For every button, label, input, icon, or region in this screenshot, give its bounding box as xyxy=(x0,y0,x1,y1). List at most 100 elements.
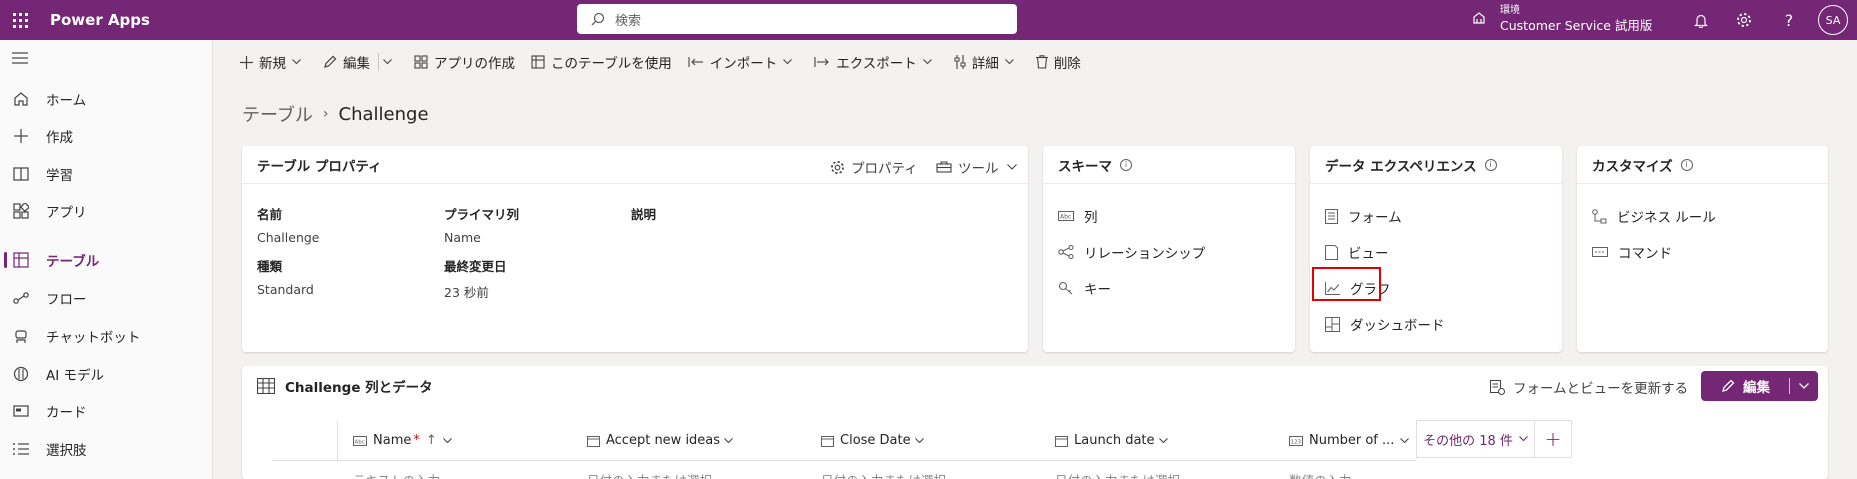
column-header-number[interactable]: 123 Number of ... xyxy=(1274,421,1416,461)
nav-item-choices[interactable]: 選択肢 xyxy=(0,434,213,464)
nav-item-flows[interactable]: フロー xyxy=(0,283,213,313)
nav-item-home[interactable]: ホーム xyxy=(0,84,213,114)
edit-table-dropdown[interactable] xyxy=(1790,383,1818,389)
new-label: 新規 xyxy=(259,56,286,72)
nav-item-learn[interactable]: 学習 xyxy=(0,159,213,189)
number-column-icon: 123 xyxy=(1289,435,1303,446)
notifications-bell-icon[interactable] xyxy=(1691,10,1711,30)
command-bar: 新規 編集 アプリの作成 このテーブルを使用 インポート エクスポート 詳細 削… xyxy=(214,40,1857,84)
import-button[interactable]: インポート xyxy=(688,52,799,72)
column-header-name[interactable]: Abc Name * ↑ xyxy=(338,421,572,461)
details-button[interactable]: 詳細 xyxy=(954,52,1020,72)
keys-link[interactable]: キー xyxy=(1058,278,1111,298)
column-header-close-date[interactable]: Close Date xyxy=(806,421,1040,461)
trash-icon xyxy=(1035,55,1048,69)
info-icon[interactable]: i xyxy=(1120,158,1132,171)
business-rules-label: ビジネス ルール xyxy=(1617,210,1716,226)
chevron-down-icon xyxy=(383,59,392,65)
nav-item-label: アプリ xyxy=(46,205,87,221)
key-icon xyxy=(1058,281,1073,295)
nav-item-ai-models[interactable]: AI モデル xyxy=(0,359,213,389)
tools-button[interactable]: ツール xyxy=(936,157,1023,177)
views-label: ビュー xyxy=(1348,246,1389,262)
chevron-down-icon xyxy=(1519,436,1528,442)
list-icon xyxy=(12,440,30,458)
commands-link[interactable]: コマンド xyxy=(1592,242,1672,262)
nav-item-tables[interactable]: テーブル xyxy=(0,245,213,275)
table-grid-icon xyxy=(257,378,275,394)
name-value: Challenge xyxy=(257,230,320,245)
environment-picker[interactable]: 環境 Customer Service 試用版 xyxy=(1472,3,1652,33)
edit-table-button[interactable]: 編集 xyxy=(1701,371,1818,401)
name-cell-placeholder[interactable]: テキストの入力 xyxy=(353,470,440,479)
column-header-launch-date[interactable]: Launch date xyxy=(1040,421,1274,461)
number-cell-placeholder[interactable]: 数値の入力 xyxy=(1289,470,1352,479)
properties-button[interactable]: プロパティ xyxy=(830,157,918,177)
more-columns-button[interactable]: その他の 18 件 xyxy=(1417,421,1535,457)
table-properties-card: テーブル プロパティ プロパティ ツール 名前 Challenge プライマリ列… xyxy=(242,146,1028,352)
required-asterisk: * xyxy=(413,433,420,448)
card-title: テーブル プロパティ xyxy=(257,158,382,175)
top-bar: Power Apps 検索 環境 Customer Service 試用版 ? … xyxy=(0,0,1857,40)
nav-item-chatbots[interactable]: チャットボット xyxy=(0,321,213,351)
forms-link[interactable]: フォーム xyxy=(1325,206,1402,226)
nav-item-label: カード xyxy=(46,405,87,421)
search-box[interactable]: 検索 xyxy=(577,4,1017,34)
settings-gear-icon[interactable] xyxy=(1734,10,1754,30)
columns-label: 列 xyxy=(1084,210,1098,226)
delete-button[interactable]: 削除 xyxy=(1035,52,1081,72)
app-name[interactable]: Power Apps xyxy=(50,11,150,29)
refresh-form-icon xyxy=(1490,379,1505,395)
date-cell-placeholder[interactable]: 日付の入力または選択 xyxy=(587,470,712,479)
date-cell-placeholder[interactable]: 日付の入力または選択 xyxy=(821,470,946,479)
table-use-icon xyxy=(531,55,545,69)
flow-icon xyxy=(12,289,30,307)
search-icon xyxy=(591,12,605,26)
columns-link[interactable]: Abc 列 xyxy=(1058,206,1098,226)
customizations-card: カスタマイズ i ビジネス ルール コマンド xyxy=(1577,146,1828,352)
update-forms-views-button[interactable]: フォームとビューを更新する xyxy=(1490,377,1688,397)
text-column-icon: Abc xyxy=(353,435,367,446)
help-icon[interactable]: ? xyxy=(1779,10,1799,30)
nav-item-label: 作成 xyxy=(46,130,73,146)
info-icon[interactable]: i xyxy=(1680,158,1693,171)
create-app-button[interactable]: アプリの作成 xyxy=(414,52,515,72)
date-cell-placeholder[interactable]: 日付の入力または選択 xyxy=(1055,470,1180,479)
relationships-link[interactable]: リレーションシップ xyxy=(1058,242,1205,262)
edit-table-label: 編集 xyxy=(1743,380,1770,396)
nav-item-cards[interactable]: カード xyxy=(0,396,213,426)
user-avatar[interactable]: SA xyxy=(1818,5,1848,35)
edit-button[interactable]: 編集 xyxy=(323,52,370,72)
breadcrumb-current: Challenge xyxy=(338,103,429,125)
business-rules-link[interactable]: ビジネス ルール xyxy=(1592,206,1716,226)
nav-item-apps[interactable]: アプリ xyxy=(0,196,213,226)
views-link[interactable]: ビュー xyxy=(1325,242,1389,262)
column-header-accept-new-ideas[interactable]: Accept new ideas xyxy=(572,421,806,461)
card-title: データ エクスペリエンス xyxy=(1325,158,1477,175)
apps-icon xyxy=(414,55,428,69)
dashboards-link[interactable]: ダッシュボード xyxy=(1325,314,1445,334)
info-icon[interactable]: i xyxy=(1484,158,1497,171)
ai-icon xyxy=(12,365,30,383)
hamburger-menu-icon[interactable] xyxy=(12,52,28,68)
breadcrumb: テーブル › Challenge xyxy=(242,101,429,127)
data-experience-card: データ エクスペリエンス i フォーム ビュー グラフ ダッシュボード xyxy=(1310,146,1562,352)
use-table-button[interactable]: このテーブルを使用 xyxy=(531,52,672,72)
app-launcher-button[interactable] xyxy=(0,0,40,40)
new-button[interactable]: 新規 xyxy=(240,52,307,72)
dashboards-label: ダッシュボード xyxy=(1350,318,1445,334)
description-label: 説明 xyxy=(631,207,657,222)
chevron-down-icon xyxy=(292,59,301,65)
breadcrumb-tables-link[interactable]: テーブル xyxy=(242,101,313,127)
nav-item-label: テーブル xyxy=(46,254,100,270)
primary-column-label: プライマリ列 xyxy=(444,207,520,222)
relationships-label: リレーションシップ xyxy=(1084,246,1206,262)
row-selector-header[interactable] xyxy=(272,421,338,461)
add-column-button[interactable]: + xyxy=(1535,427,1571,451)
nav-item-label: 学習 xyxy=(46,168,73,184)
edit-dropdown-button[interactable] xyxy=(383,59,398,65)
chevron-down-icon xyxy=(1799,383,1809,389)
nav-item-create[interactable]: 作成 xyxy=(0,121,213,151)
tools-label: ツール xyxy=(958,161,999,177)
export-button[interactable]: エクスポート xyxy=(814,52,938,72)
